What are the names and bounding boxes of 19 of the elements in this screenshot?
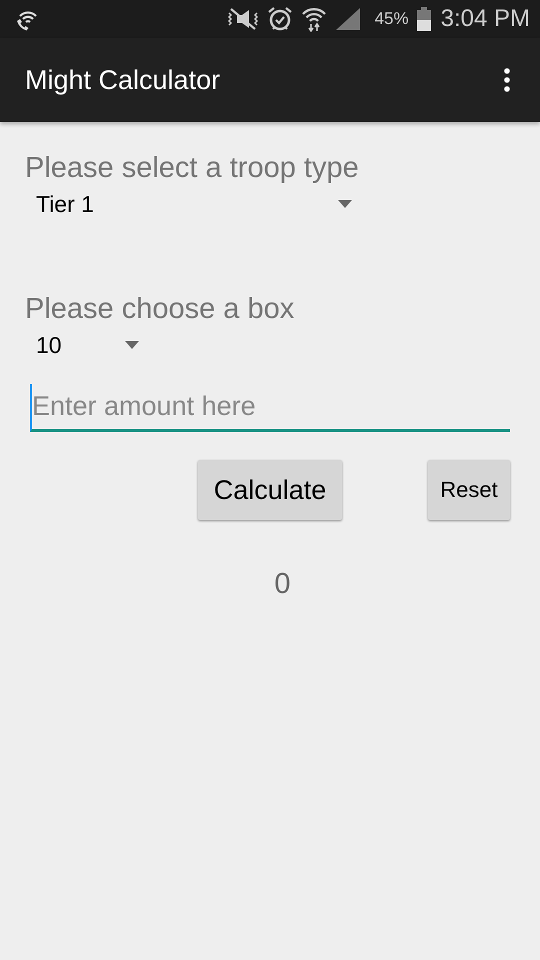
battery-icon: [416, 7, 431, 31]
troop-type-dropdown[interactable]: Tier 1: [25, 187, 352, 221]
signal-icon: [334, 7, 361, 31]
box-dropdown[interactable]: 10: [25, 328, 139, 362]
dropdown-arrow-icon: [338, 200, 352, 208]
app-title: Might Calculator: [25, 64, 220, 96]
alarm-clock-icon: [266, 6, 293, 32]
dropdown-arrow-icon: [125, 341, 139, 349]
mute-icon: [226, 7, 259, 31]
result-value: 0: [274, 568, 291, 601]
battery-percent: 45%: [374, 9, 409, 29]
amount-input-field[interactable]: Enter amount here: [30, 384, 510, 432]
section-label: Please select a troop type: [25, 152, 360, 185]
action-button[interactable]: Reset: [428, 460, 510, 520]
wifi-icon: [300, 6, 327, 32]
menu-icon: [504, 68, 510, 92]
clock-time: 3:04 PM: [440, 5, 530, 33]
action-button[interactable]: Calculate: [198, 460, 342, 520]
section-label: Please choose a box: [25, 293, 296, 326]
